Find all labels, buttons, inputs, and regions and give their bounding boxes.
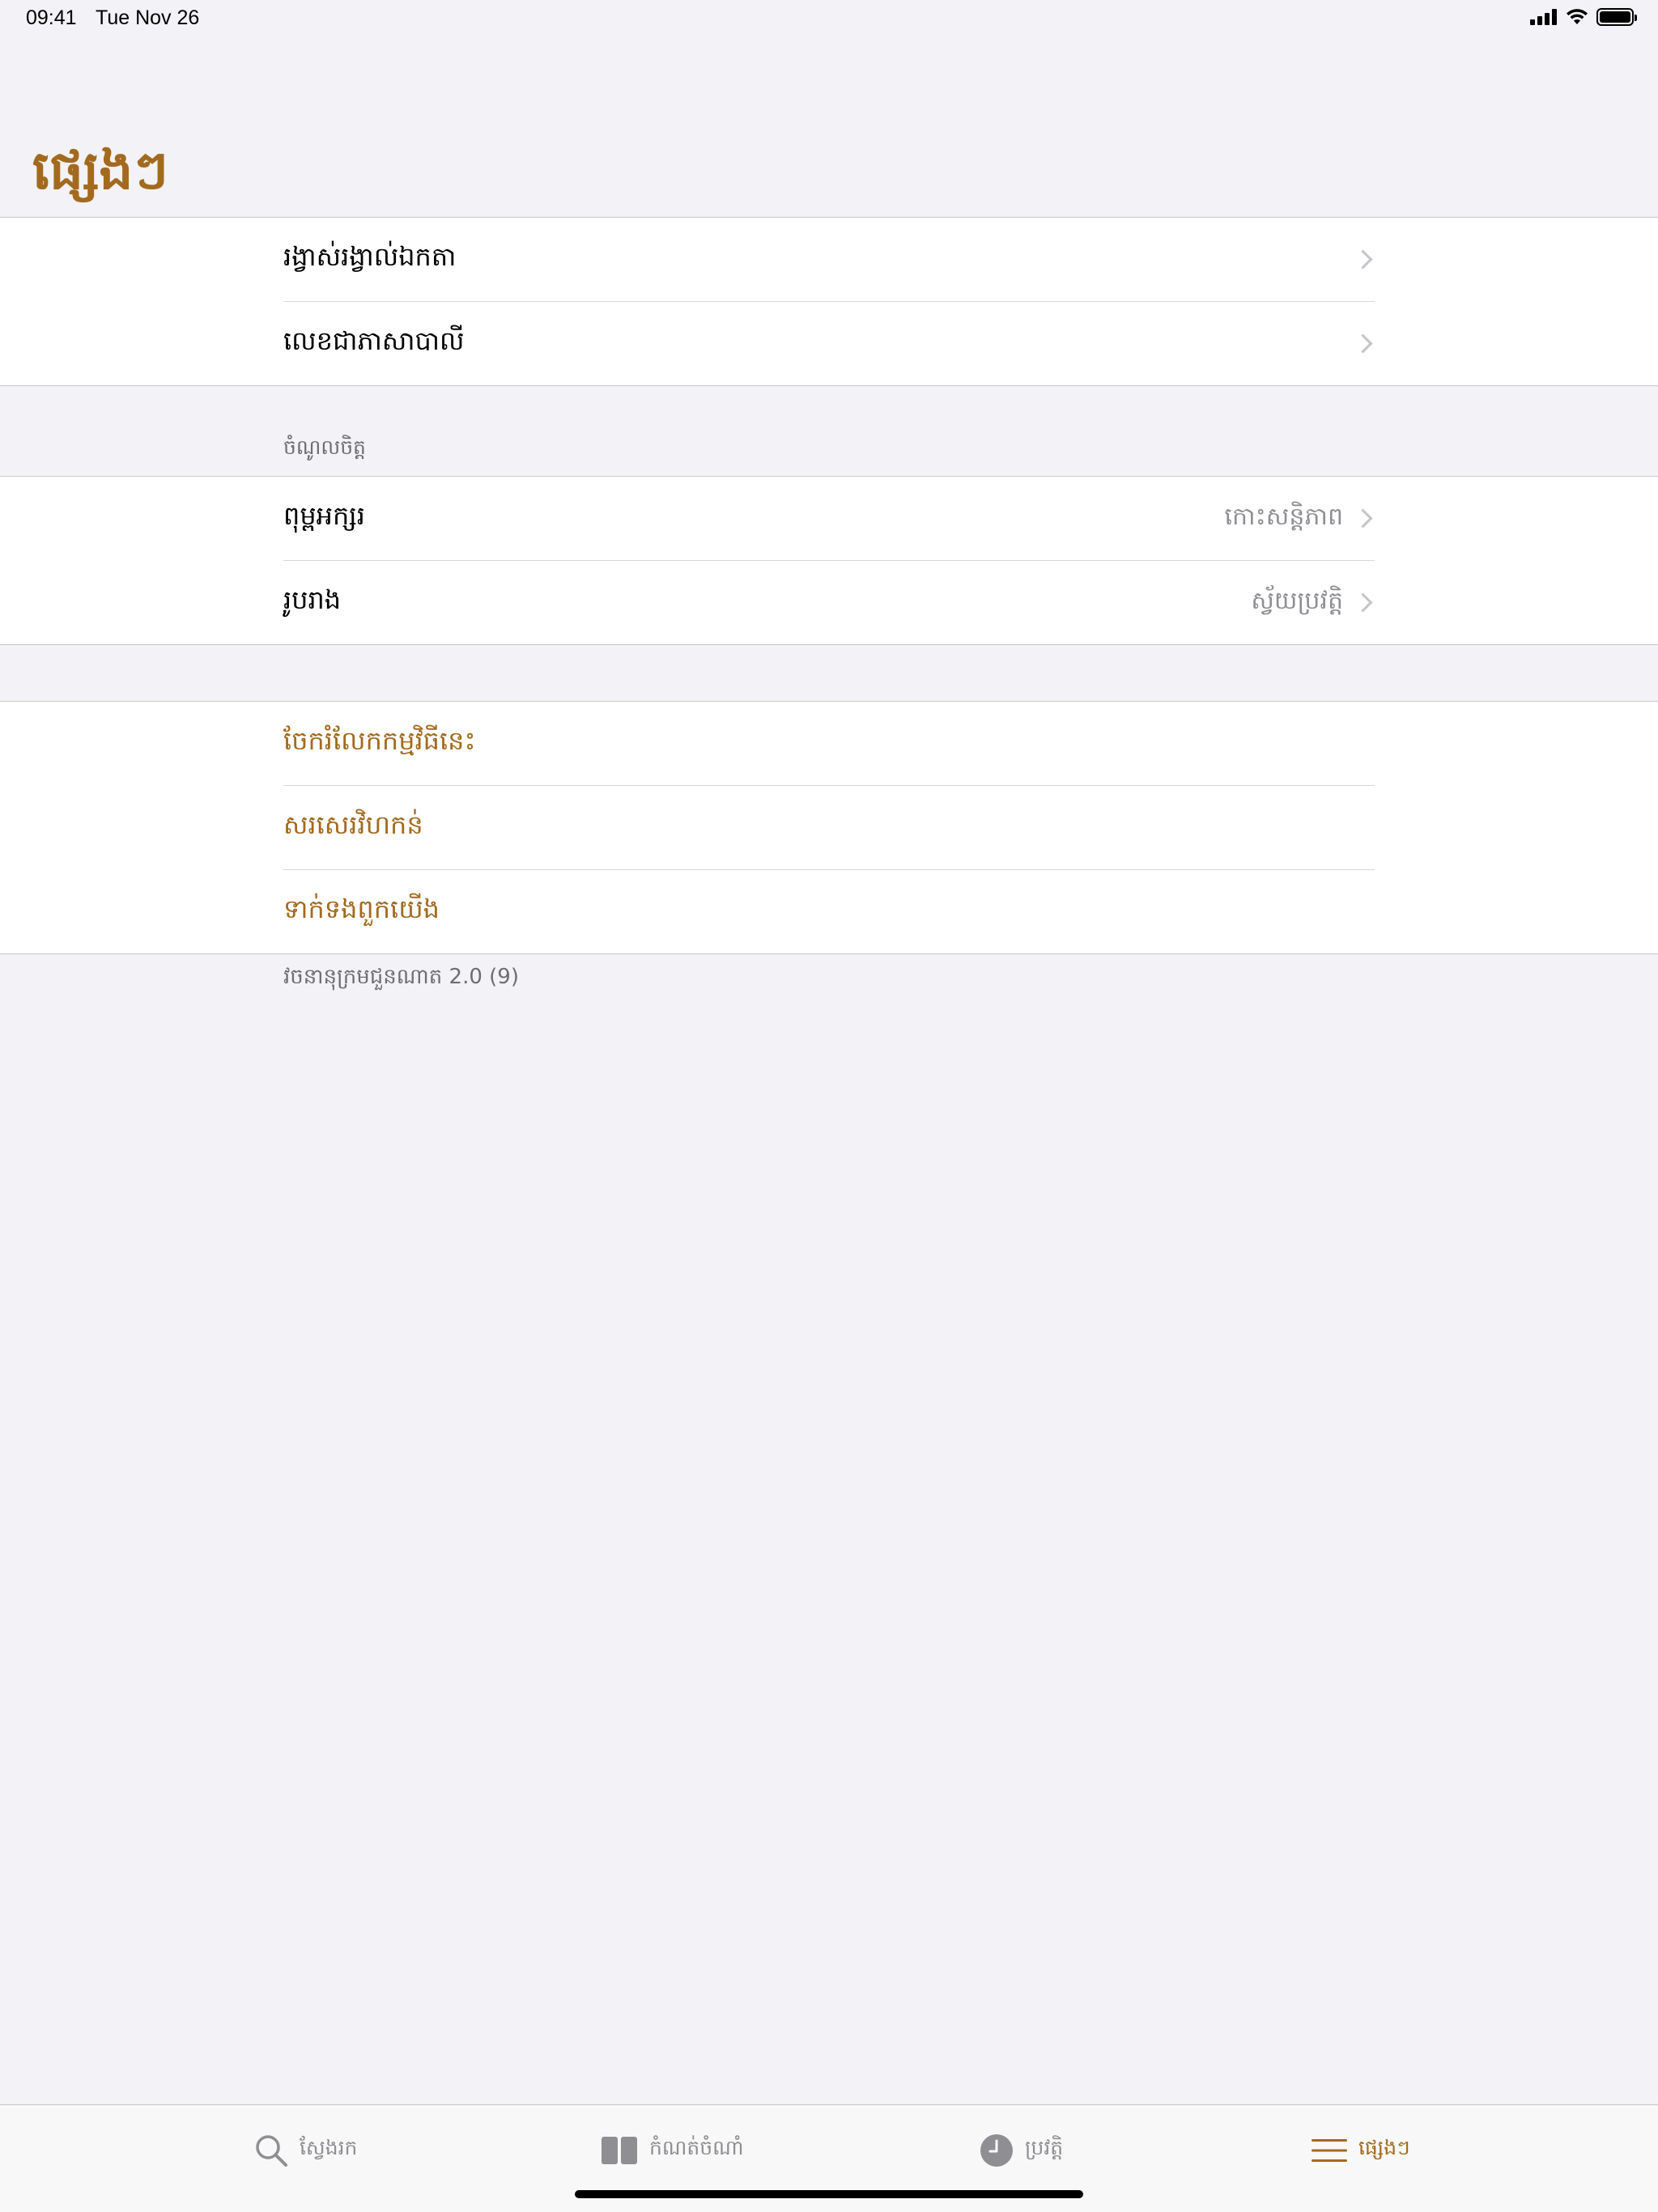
row-measurement-units[interactable]: រង្វាស់រង្វាល់ឯកតា	[283, 218, 1375, 302]
row-label: រង្វាស់រង្វាល់ឯកតា	[283, 241, 457, 272]
tab-label: កំណត់ចំណាំ	[649, 2136, 744, 2159]
settings-group-general: រង្វាស់រង្វាល់ឯកតា លេខជាភាសាបាលី	[0, 217, 1658, 386]
wifi-icon	[1567, 9, 1588, 24]
row-label: ពុម្ពអក្សរ	[283, 500, 365, 531]
tab-history[interactable]: ប្រវត្តិ	[980, 2128, 1063, 2173]
row-font[interactable]: ពុម្ពអក្សរ កោះសន្តិភាព	[283, 477, 1375, 561]
tab-bookmarks[interactable]: កំណត់ចំណាំ	[601, 2128, 744, 2173]
tab-label: ស្វែងរក	[300, 2136, 358, 2159]
battery-icon	[1596, 8, 1637, 26]
chevron-right-icon	[1353, 333, 1373, 354]
search-icon	[256, 2135, 287, 2167]
book-icon	[602, 2137, 637, 2164]
row-appearance[interactable]: រូបរាង ស្វ័យប្រវត្តិ	[283, 561, 1375, 644]
row-label: ចែករំលែកកម្មវិធីនេះ	[283, 725, 476, 756]
row-value: ស្វ័យប្រវត្តិ	[1251, 586, 1343, 615]
row-label: លេខជាភាសាបាលី	[283, 325, 465, 356]
version-text: វចនានុក្រមជួនណាត 2.0 (9)	[283, 965, 519, 989]
tab-search[interactable]: ស្វែងរក	[254, 2128, 357, 2173]
cellular-signal-icon	[1530, 9, 1557, 25]
chevron-right-icon	[1353, 249, 1373, 270]
clock-icon	[980, 2134, 1013, 2167]
settings-group-preferences: ពុម្ពអក្សរ កោះសន្តិភាព រូបរាង ស្វ័យប្រវត…	[0, 476, 1658, 645]
tab-label: ផ្សេងៗ	[1358, 2136, 1410, 2159]
row-contact-us[interactable]: ទាក់ទងពួកយើង	[283, 870, 1375, 953]
home-indicator	[575, 2190, 1083, 2198]
status-icons	[1530, 8, 1637, 26]
status-bar: 09:41 Tue Nov 26	[0, 0, 1658, 39]
row-pali-numbers[interactable]: លេខជាភាសាបាលី	[283, 302, 1375, 385]
chevron-right-icon	[1353, 592, 1373, 613]
settings-group-actions: ចែករំលែកកម្មវិធីនេះ សរសេរវិហកន់ ទាក់ទងពួ…	[0, 701, 1658, 954]
row-share-app[interactable]: ចែករំលែកកម្មវិធីនេះ	[283, 702, 1375, 786]
tab-label: ប្រវត្តិ	[1025, 2136, 1064, 2159]
menu-icon	[1312, 2139, 1347, 2162]
row-label: ទាក់ទងពួកយើង	[283, 894, 440, 924]
row-label: រូបរាង	[283, 584, 342, 615]
section-header-preferences: ចំណូលចិត្ត	[283, 435, 366, 459]
tab-more[interactable]: ផ្សេងៗ	[1312, 2128, 1410, 2173]
chevron-right-icon	[1353, 508, 1373, 529]
status-date: Tue Nov 26	[96, 6, 200, 29]
row-write-review[interactable]: សរសេរវិហកន់	[283, 786, 1375, 870]
status-time: 09:41	[26, 6, 77, 29]
page-title: ផ្សេងៗ	[32, 138, 168, 202]
row-label: សរសេរវិហកន់	[283, 809, 423, 840]
row-value: កោះសន្តិភាព	[1224, 502, 1343, 531]
